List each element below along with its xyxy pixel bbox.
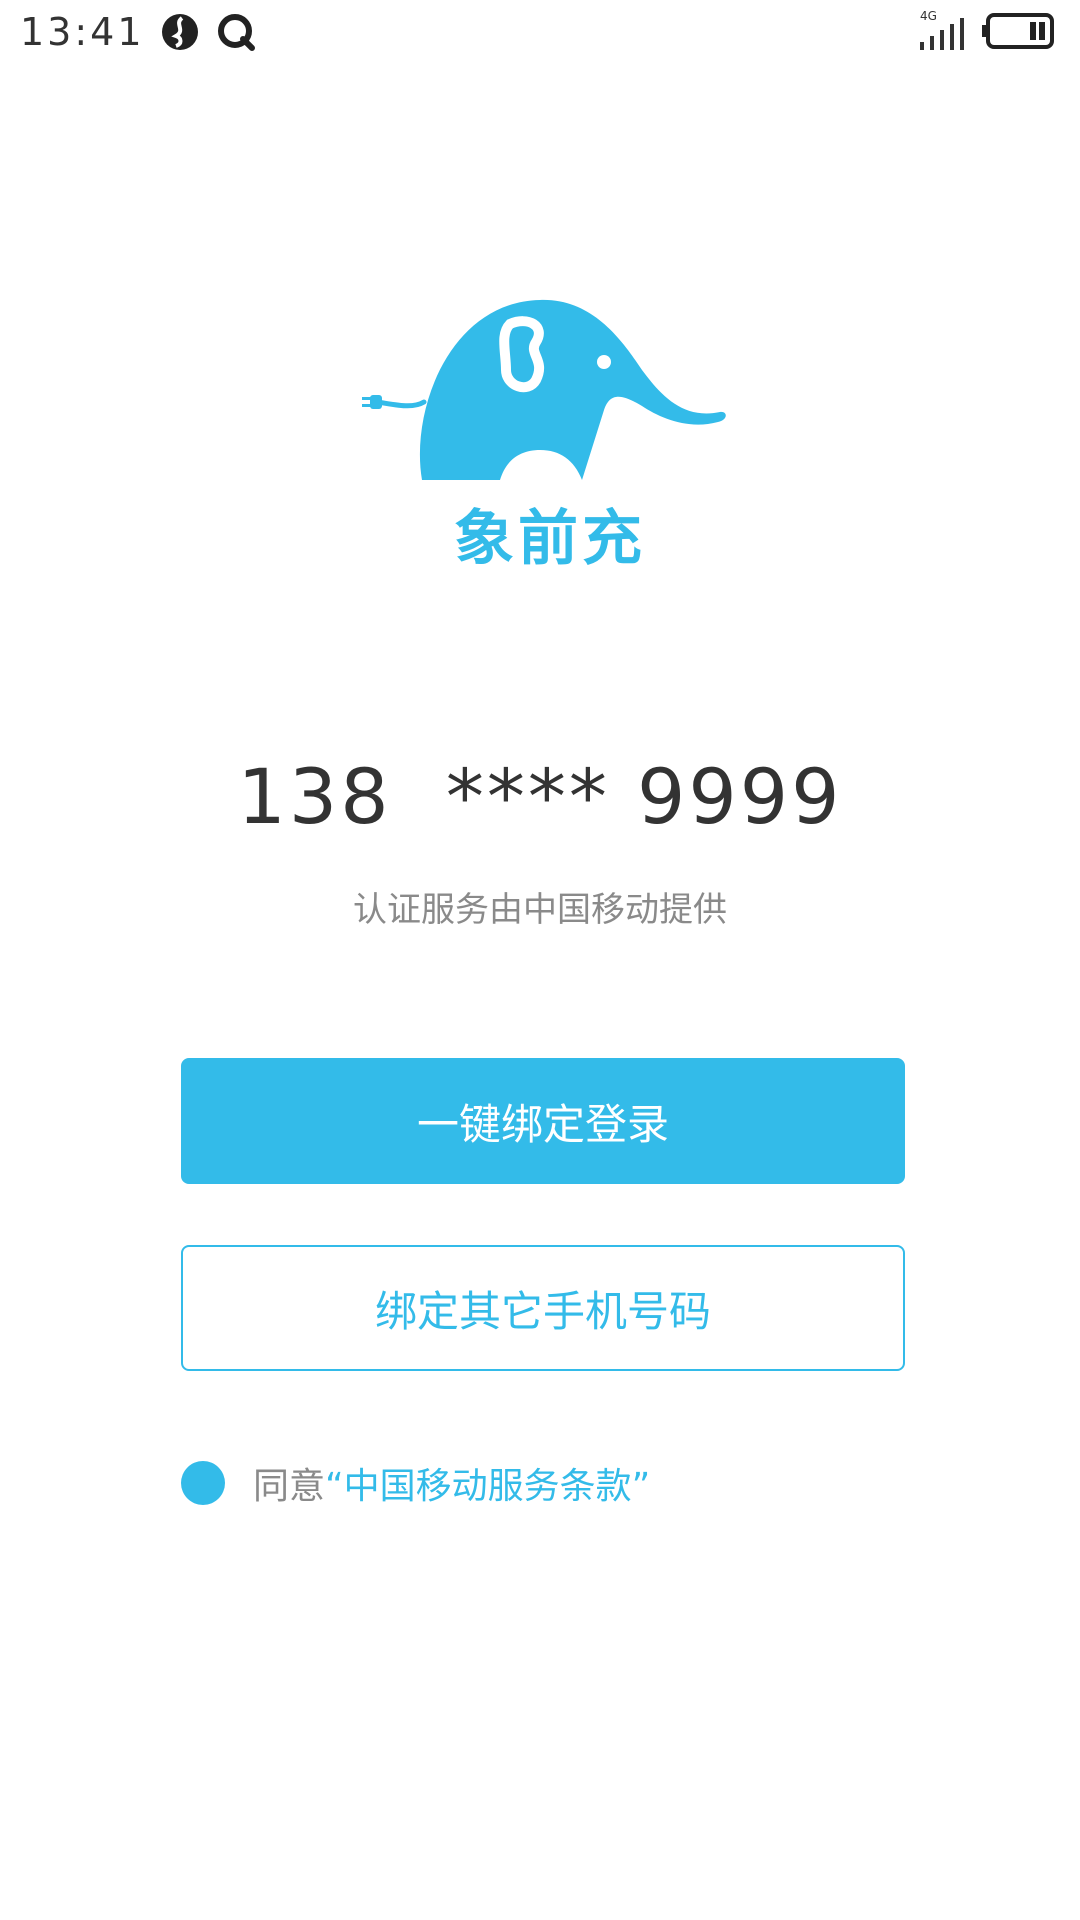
- login-screen: 13:41 4G 象前充 138 **** 9999 认证服务由中国移动提供 一…: [0, 0, 1080, 1920]
- app-notification-icon: [162, 14, 198, 50]
- bind-other-number-label: 绑定其它手机号码: [374, 1286, 711, 1336]
- bind-other-number-button[interactable]: 绑定其它手机号码: [181, 1245, 905, 1371]
- status-bar: 13:41 4G: [0, 0, 1080, 64]
- elephant-icon: [362, 299, 726, 480]
- agree-label: 同意: [253, 1466, 326, 1507]
- masked-phone-number: 138 **** 9999: [237, 752, 843, 841]
- terms-agreement: 同意 “中国移动服务条款”: [181, 1458, 650, 1508]
- q-app-icon: [218, 14, 255, 51]
- logo-text: 象前充: [454, 504, 646, 574]
- one-click-login-button[interactable]: 一键绑定登录: [181, 1058, 905, 1184]
- terms-link[interactable]: “中国移动服务条款”: [325, 1457, 650, 1509]
- signal-icon: 4G: [920, 9, 964, 50]
- agree-terms-radio[interactable]: [181, 1461, 225, 1505]
- network-type-label: 4G: [920, 9, 937, 23]
- one-click-login-label: 一键绑定登录: [416, 1099, 669, 1149]
- app-logo: 象前充: [360, 290, 740, 574]
- battery-icon: [982, 13, 1054, 49]
- status-time: 13:41: [20, 10, 145, 54]
- auth-provider-note: 认证服务由中国移动提供: [353, 890, 727, 930]
